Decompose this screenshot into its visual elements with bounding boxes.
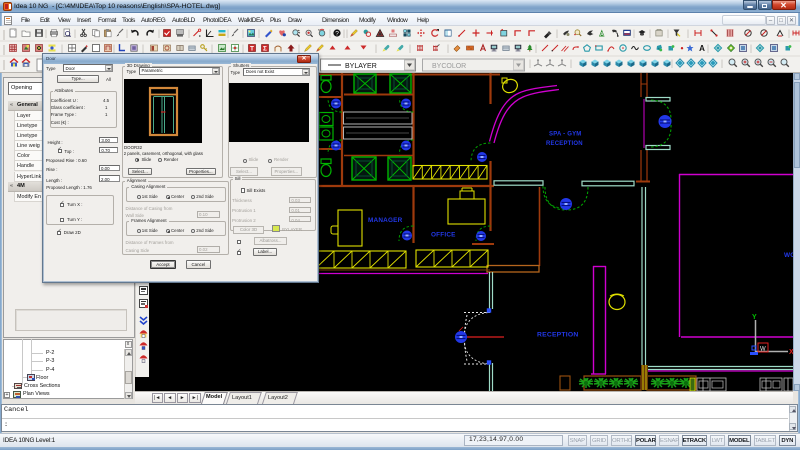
svg-text:A: A [600, 32, 604, 38]
svg-text:RECEPTION: RECEPTION [537, 332, 578, 339]
svg-text:RECEPTION: RECEPTION [546, 141, 583, 147]
svg-text:BYLAYER: BYLAYER [345, 63, 377, 70]
svg-text:Y: Y [752, 314, 757, 321]
svg-text:SPA - GYM: SPA - GYM [549, 132, 581, 138]
svg-text:Σ: Σ [263, 46, 267, 53]
svg-text:WC: WC [784, 252, 793, 259]
svg-text:W: W [760, 347, 766, 353]
svg-text:BYCOLOR: BYCOLOR [432, 63, 466, 70]
svg-text:?: ? [335, 30, 339, 37]
svg-text:OFFICE: OFFICE [431, 232, 456, 239]
svg-text:A: A [699, 44, 705, 53]
svg-text:MANAGER: MANAGER [368, 217, 403, 224]
svg-text:T: T [250, 46, 254, 53]
